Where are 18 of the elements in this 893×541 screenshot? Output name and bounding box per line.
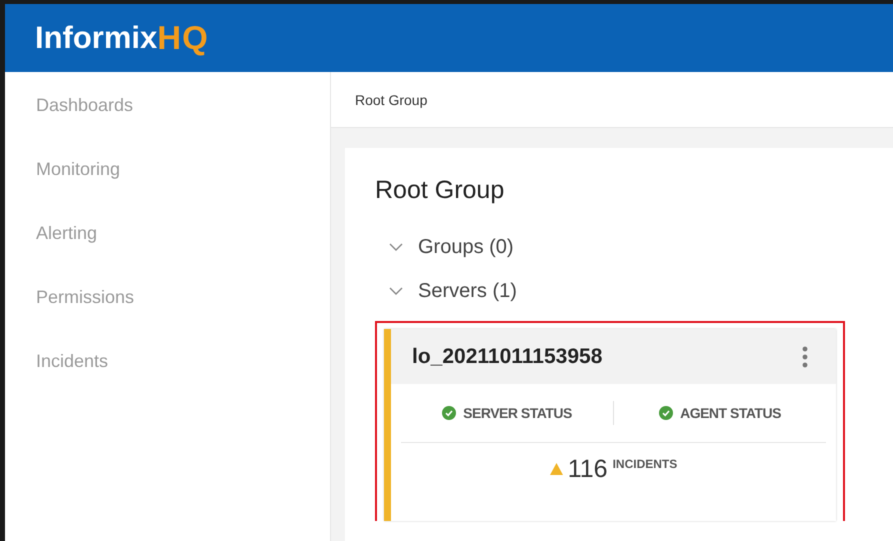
section-toggle[interactable]: Groups (0) — [375, 225, 893, 269]
breadcrumb[interactable]: Root Group — [355, 92, 428, 108]
warning-icon — [550, 463, 563, 475]
incident-label: INCIDENTS — [612, 457, 678, 471]
status-label: SERVER STATUS — [463, 405, 572, 421]
group-title: Root Group — [375, 176, 506, 205]
status-label: AGENT STATUS — [680, 405, 781, 421]
logo-accent: HQ — [157, 19, 209, 57]
sidebar-item[interactable]: Permissions — [5, 285, 330, 349]
sidebar-item[interactable]: Alerting — [5, 221, 330, 285]
logo-text: Informix — [35, 20, 158, 56]
sidebar-item[interactable]: Dashboards — [5, 93, 330, 157]
more-icon[interactable] — [802, 346, 808, 368]
sidebar-item[interactable]: Incidents — [5, 349, 330, 413]
section-toggle[interactable]: Servers (1) — [375, 269, 893, 313]
server-name: lo_20211011153958 — [412, 344, 602, 368]
incident-count: 116 — [568, 454, 608, 484]
sidebar-item[interactable]: Monitoring — [5, 157, 330, 221]
